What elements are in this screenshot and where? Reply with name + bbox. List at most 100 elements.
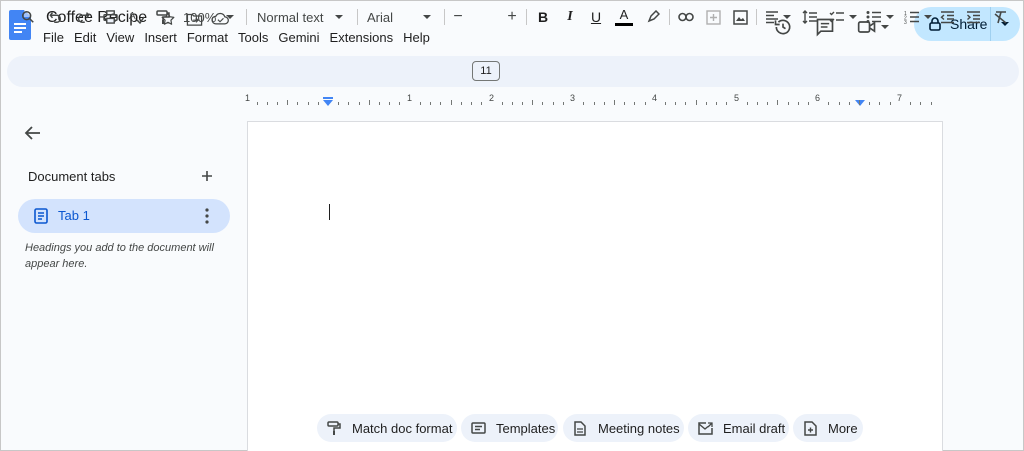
- left-indent-marker-icon[interactable]: [322, 97, 334, 107]
- document-tab-icon: [34, 208, 48, 224]
- back-arrow-icon[interactable]: [23, 123, 43, 143]
- italic-icon[interactable]: I: [562, 7, 578, 27]
- underline-icon[interactable]: U: [588, 7, 604, 27]
- bulleted-list-icon[interactable]: [865, 7, 895, 27]
- zoom-value: 100%: [183, 9, 217, 25]
- tab-label: Tab 1: [58, 208, 90, 223]
- ruler-tick: [787, 102, 789, 105]
- more-add-icon: [802, 420, 818, 436]
- text-color-icon[interactable]: A: [614, 7, 634, 27]
- insert-comment-icon[interactable]: [704, 7, 722, 27]
- templates-chip[interactable]: Templates: [461, 414, 558, 442]
- decrease-font-size-icon[interactable]: −: [451, 7, 465, 27]
- menu-file[interactable]: File: [43, 30, 71, 45]
- ruler-tick: [930, 102, 932, 105]
- chip-label: Templates: [496, 420, 556, 436]
- menu-edit[interactable]: Edit: [74, 30, 103, 45]
- paragraph-style-select[interactable]: Normal text: [257, 7, 347, 27]
- insert-image-icon[interactable]: [731, 7, 749, 27]
- clear-formatting-icon[interactable]: [991, 7, 1009, 27]
- ruler-tick: [726, 102, 728, 105]
- ruler-tick: [859, 100, 861, 105]
- match-doc-format-chip[interactable]: Match doc format: [317, 414, 457, 442]
- ruler-tick: [807, 102, 809, 105]
- menu-format[interactable]: Format: [187, 30, 235, 45]
- line-spacing-icon[interactable]: [801, 7, 819, 27]
- ruler-tick: [338, 102, 340, 105]
- undo-icon[interactable]: [47, 7, 65, 27]
- ruler-tick: [287, 100, 289, 105]
- chip-label: Email draft: [723, 420, 786, 436]
- ruler-label: 1: [245, 93, 251, 103]
- email-draft-icon: [697, 420, 713, 436]
- ruler-label: 2: [489, 93, 495, 103]
- document-icon: [572, 420, 588, 436]
- chip-label: Match doc format: [352, 420, 453, 436]
- document-tabs-heading: Document tabs: [28, 169, 116, 184]
- zoom-select[interactable]: 100%: [183, 7, 239, 27]
- ruler-tick: [583, 102, 585, 105]
- document-page[interactable]: [247, 121, 943, 451]
- redo-icon[interactable]: [74, 7, 92, 27]
- ruler-tick: [276, 102, 278, 105]
- menu-help[interactable]: Help: [403, 30, 437, 45]
- ruler[interactable]: 1 1 2 3 4 5 6 7: [245, 91, 943, 109]
- ruler-tick: [460, 102, 462, 105]
- ruler-tick: [889, 102, 891, 105]
- align-icon[interactable]: [764, 7, 792, 27]
- tab-more-options-icon[interactable]: [200, 207, 214, 225]
- more-chip[interactable]: More: [793, 414, 863, 442]
- insert-link-icon[interactable]: [677, 7, 695, 27]
- ruler-tick: [879, 102, 881, 105]
- bold-icon[interactable]: B: [535, 7, 551, 27]
- ruler-tick: [644, 102, 646, 105]
- decrease-indent-icon[interactable]: [938, 7, 956, 27]
- text-cursor: [329, 204, 330, 220]
- ruler-tick: [716, 102, 718, 105]
- increase-indent-icon[interactable]: [964, 7, 982, 27]
- ruler-label: 6: [815, 93, 821, 103]
- menu-view[interactable]: View: [106, 30, 141, 45]
- ruler-label: 4: [652, 93, 658, 103]
- email-draft-chip[interactable]: Email draft: [688, 414, 789, 442]
- ruler-tick: [910, 102, 912, 105]
- menu-extensions[interactable]: Extensions: [330, 30, 401, 45]
- ruler-tick: [501, 102, 503, 105]
- ruler-tick: [399, 102, 401, 105]
- spellcheck-icon[interactable]: A: [128, 7, 146, 27]
- search-menus-icon[interactable]: [19, 7, 37, 27]
- ruler-tick: [511, 102, 513, 105]
- highlight-color-icon[interactable]: [644, 7, 662, 27]
- font-size-input[interactable]: 11: [472, 61, 500, 81]
- ruler-tick: [746, 102, 748, 105]
- meeting-notes-chip[interactable]: Meeting notes: [563, 414, 684, 442]
- ruler-tick: [593, 102, 595, 105]
- ruler-tick: [348, 102, 350, 105]
- menu-tools[interactable]: Tools: [238, 30, 275, 45]
- ruler-tick: [695, 100, 697, 105]
- ruler-label: 7: [897, 93, 903, 103]
- templates-icon: [470, 420, 486, 436]
- ruler-tick: [685, 102, 687, 105]
- ruler-tick: [562, 102, 564, 105]
- numbered-list-icon[interactable]: 123: [903, 7, 933, 27]
- ruler-tick: [705, 102, 707, 105]
- menu-gemini[interactable]: Gemini: [278, 30, 326, 45]
- chip-label: Meeting notes: [598, 420, 680, 436]
- ruler-tick: [358, 102, 360, 105]
- ruler-tick: [481, 102, 483, 105]
- add-tab-icon[interactable]: [198, 167, 216, 185]
- menu-insert[interactable]: Insert: [144, 30, 184, 45]
- ruler-tick: [634, 102, 636, 105]
- paint-format-icon[interactable]: [154, 7, 172, 27]
- increase-font-size-icon[interactable]: +: [505, 7, 519, 27]
- font-value: Arial: [367, 9, 394, 25]
- paint-format-icon: [326, 420, 342, 436]
- print-icon[interactable]: [101, 7, 119, 27]
- font-select[interactable]: Arial: [367, 7, 435, 27]
- ruler-tick: [542, 102, 544, 105]
- checklist-icon[interactable]: [828, 7, 858, 27]
- document-tab-1[interactable]: Tab 1: [18, 199, 230, 233]
- ruler-tick: [767, 102, 769, 105]
- ruler-tick: [665, 102, 666, 105]
